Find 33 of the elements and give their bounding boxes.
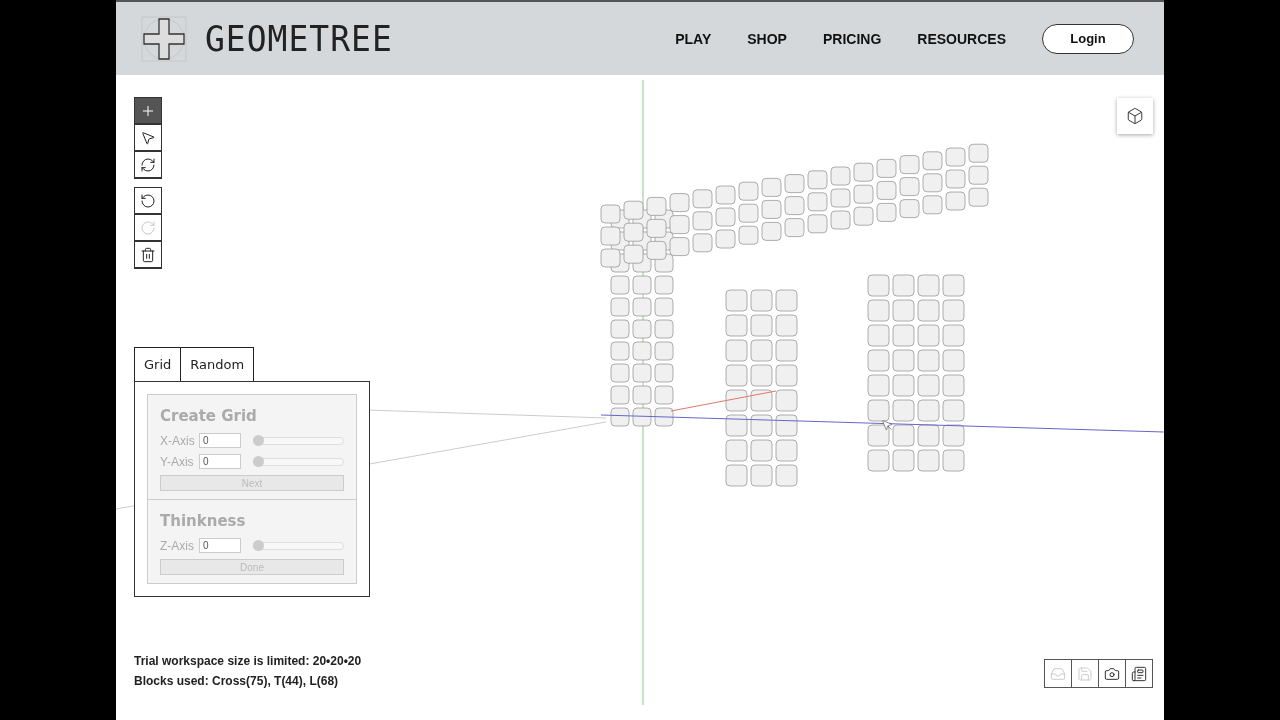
tool-button[interactable] [134,124,162,152]
tray-icon [1050,665,1066,682]
tool-button[interactable] [134,241,162,269]
field-label: Z-Axis [160,538,195,553]
tool-button[interactable] [134,187,162,215]
newspaper-icon [1131,665,1147,682]
nav-link[interactable]: RESOURCES [917,30,1006,47]
nav-link[interactable]: PLAY [675,30,712,47]
tool-button[interactable] [134,151,162,179]
trash-icon [140,246,156,263]
logo-text: GEOMETREE [205,17,393,60]
field-label: Y-Axis [160,454,195,469]
section-title: Create Grid [160,407,258,425]
file-action-button[interactable] [1125,659,1153,688]
status-text: Trial workspace size is limited: 20•20•20 [134,654,362,668]
login-button[interactable]: Login [1042,23,1134,54]
redo-icon [140,219,156,236]
tool-button[interactable] [134,97,162,125]
field-label: X-Axis [160,433,195,448]
view-reset-button[interactable] [1117,98,1153,134]
status-text: Blocks used: Cross(75), T(44), L(68) [134,674,340,688]
cursor-icon [881,419,894,432]
save-icon [1077,665,1093,682]
cross-logo-icon [141,15,187,62]
section-title: Thinkness [160,512,247,530]
camera-icon [1104,665,1120,682]
pointer-icon [140,129,156,146]
nav-link[interactable]: PRICING [822,30,882,47]
file-action-button[interactable] [1098,659,1126,688]
cube-icon [1126,107,1144,125]
rotate-icon [140,156,156,173]
nav-link[interactable]: SHOP [747,30,787,47]
undo-icon [140,192,156,209]
